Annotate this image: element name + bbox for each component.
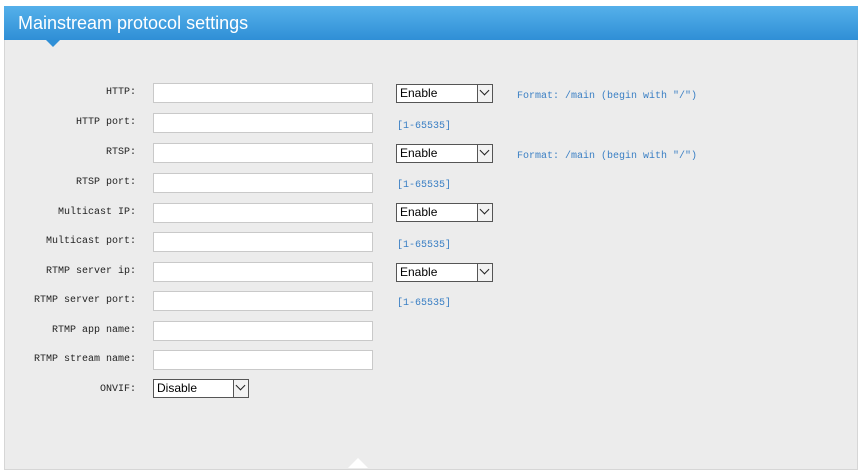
multicast-enable-select[interactable]: Enable [396, 203, 493, 222]
rtsp-path-input[interactable] [153, 143, 373, 163]
rtsp-format-hint: Format: /main (begin with "/") [517, 151, 698, 162]
onvif-label: ONVIF: [99, 384, 136, 395]
page-title: Mainstream protocol settings [18, 13, 249, 33]
rtmp-server-port-label: RTMP server port: [33, 295, 136, 306]
rtsp-enable-select[interactable]: Enable [396, 144, 493, 163]
rtsp-port-range-hint: [1-65535] [397, 180, 452, 191]
onvif-select[interactable]: Disable [153, 379, 249, 398]
header-pointer [46, 40, 60, 47]
panel-header: Mainstream protocol settings [4, 6, 858, 40]
rtsp-label: RTSP: [105, 147, 136, 158]
rtmp-server-ip-input[interactable] [153, 262, 373, 282]
chevron-down-icon [477, 204, 492, 221]
multicast-port-label: Multicast port: [45, 236, 136, 247]
multicast-port-range-hint: [1-65535] [397, 240, 452, 251]
rtsp-port-input[interactable] [153, 173, 373, 193]
http-format-hint: Format: /main (begin with "/") [517, 91, 698, 102]
rtsp-port-label: RTSP port: [75, 177, 136, 188]
chevron-down-icon [477, 145, 492, 162]
rtmp-stream-name-input[interactable] [153, 350, 373, 370]
rtmp-server-ip-label: RTMP server ip: [45, 266, 136, 277]
rtmp-server-port-input[interactable] [153, 291, 373, 311]
http-port-label: HTTP port: [75, 117, 136, 128]
http-port-range-hint: [1-65535] [397, 121, 452, 132]
chevron-down-icon [233, 380, 248, 397]
chevron-down-icon [477, 264, 492, 281]
rtmp-app-name-input[interactable] [153, 321, 373, 341]
multicast-ip-input[interactable] [153, 203, 373, 223]
multicast-port-input[interactable] [153, 232, 373, 252]
rtmp-port-range-hint: [1-65535] [397, 298, 452, 309]
http-enable-select[interactable]: Enable [396, 84, 493, 103]
footer-pointer [348, 458, 368, 468]
rtmp-app-name-label: RTMP app name: [51, 325, 136, 336]
multicast-ip-label: Multicast IP: [57, 207, 136, 218]
chevron-down-icon [477, 85, 492, 102]
http-port-input[interactable] [153, 113, 373, 133]
http-label: HTTP: [105, 87, 136, 98]
rtmp-stream-name-label: RTMP stream name: [33, 354, 136, 365]
http-path-input[interactable] [153, 83, 373, 103]
rtmp-enable-select[interactable]: Enable [396, 263, 493, 282]
